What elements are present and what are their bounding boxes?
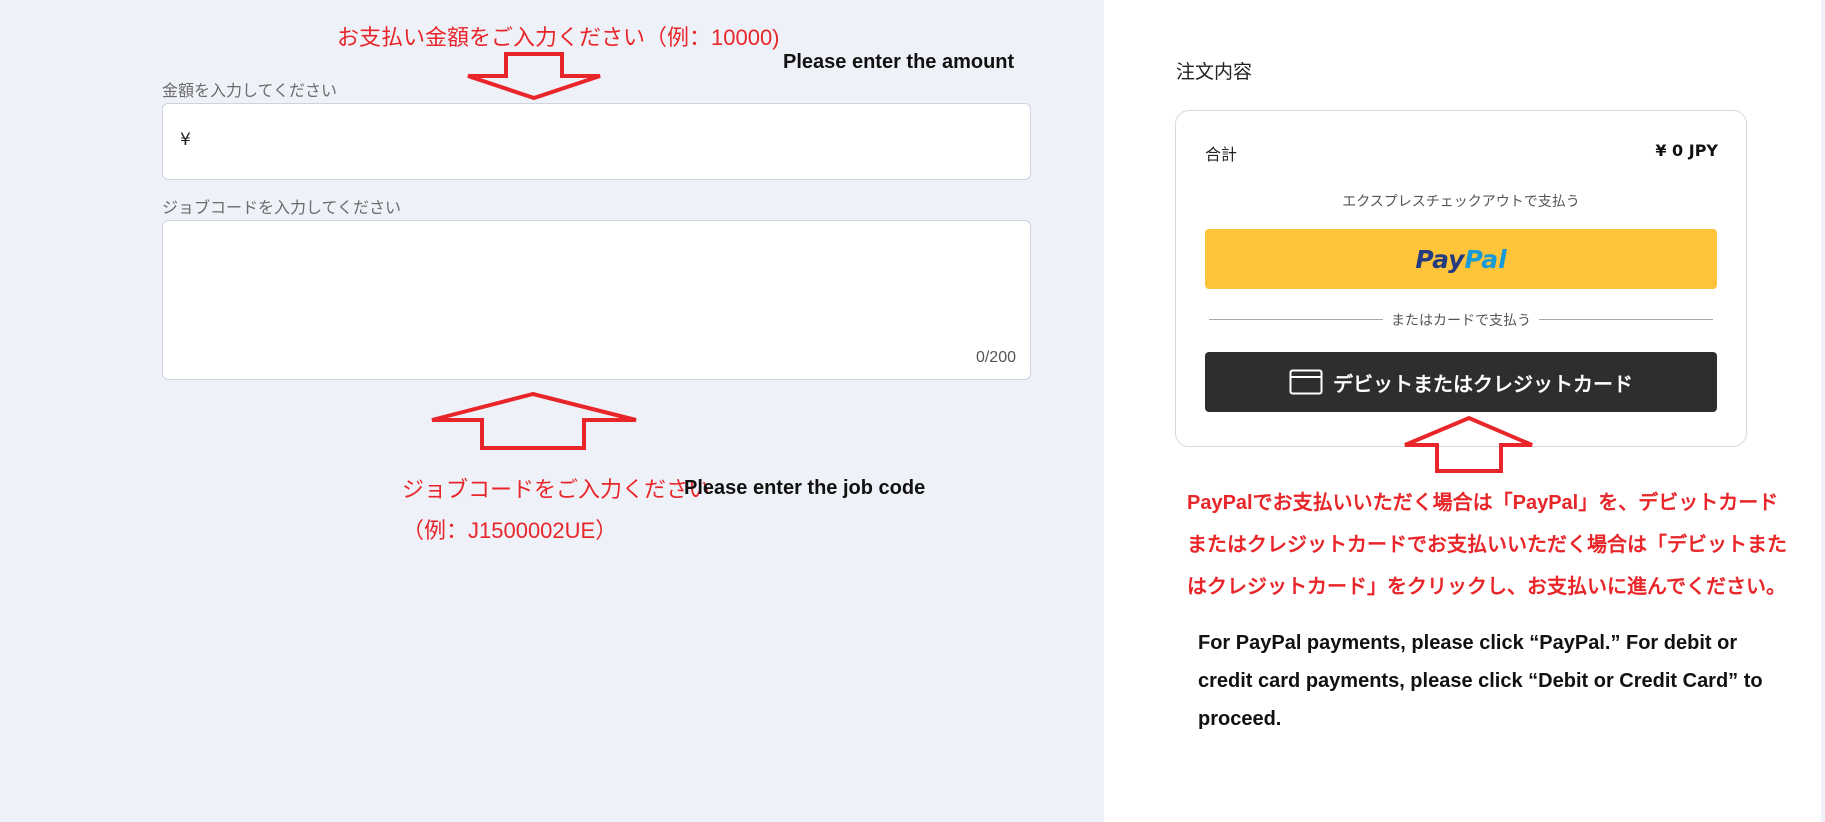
divider-text: またはカードで支払う xyxy=(1391,313,1531,329)
annotation-job-en: Please enter the job code xyxy=(684,477,926,499)
amount-field[interactable]: ¥ xyxy=(162,103,1031,180)
paypal-logo: PayPal xyxy=(1415,245,1506,274)
credit-card-icon xyxy=(1289,369,1323,395)
payment-form-pane: お支払い金額をご入力ください（例：10000) Please enter the… xyxy=(0,0,1104,822)
debit-credit-card-button[interactable]: デビットまたはクレジットカード xyxy=(1205,352,1717,412)
paypal-logo-pay: Pay xyxy=(1415,244,1465,274)
amount-input[interactable] xyxy=(201,122,1005,164)
down-arrow-annotation-icon xyxy=(467,52,601,101)
annotation-amount-jp: お支払い金額をご入力ください（例：10000) xyxy=(337,25,780,50)
job-code-field[interactable]: 0/200 xyxy=(162,220,1031,380)
or-pay-by-card-divider: またはカードで支払う xyxy=(1209,309,1713,329)
total-amount: ¥ 0 JPY xyxy=(1655,141,1718,160)
currency-symbol: ¥ xyxy=(180,130,191,150)
annotation-job-jp: ジョブコードをご入力ください xyxy=(402,477,711,502)
annotation-job-example: （例：J1500002UE） xyxy=(402,518,618,543)
annotation-payment-en: For PayPal payments, please click “PayPa… xyxy=(1198,632,1763,730)
up-arrow-annotation-icon xyxy=(1404,415,1533,473)
amount-label: 金額を入力してください xyxy=(162,83,338,100)
job-code-label: ジョブコードを入力してください xyxy=(162,200,402,217)
scrollbar-strip xyxy=(1821,0,1825,822)
card-button-label: デビットまたはクレジットカード xyxy=(1333,373,1633,396)
paypal-button[interactable]: PayPal xyxy=(1205,229,1717,289)
express-checkout-text: エクスプレスチェックアウトで支払う xyxy=(1342,194,1580,210)
total-label: 合計 xyxy=(1205,145,1238,164)
order-heading: 注文内容 xyxy=(1176,62,1253,83)
annotation-payment-jp: PayPalでお支払いいただく場合は「PayPal」を、デビットカードまたはクレ… xyxy=(1187,492,1787,598)
annotation-amount-en: Please enter the amount xyxy=(783,51,1015,73)
order-summary-card: 合計 ¥ 0 JPY エクスプレスチェックアウトで支払う PayPal またはカ… xyxy=(1175,110,1747,447)
divider-line xyxy=(1539,319,1713,320)
character-counter: 0/200 xyxy=(975,349,1016,366)
up-arrow-annotation-icon xyxy=(431,392,637,450)
job-code-textarea[interactable] xyxy=(177,233,1017,347)
paypal-logo-pal: Pal xyxy=(1464,244,1507,274)
